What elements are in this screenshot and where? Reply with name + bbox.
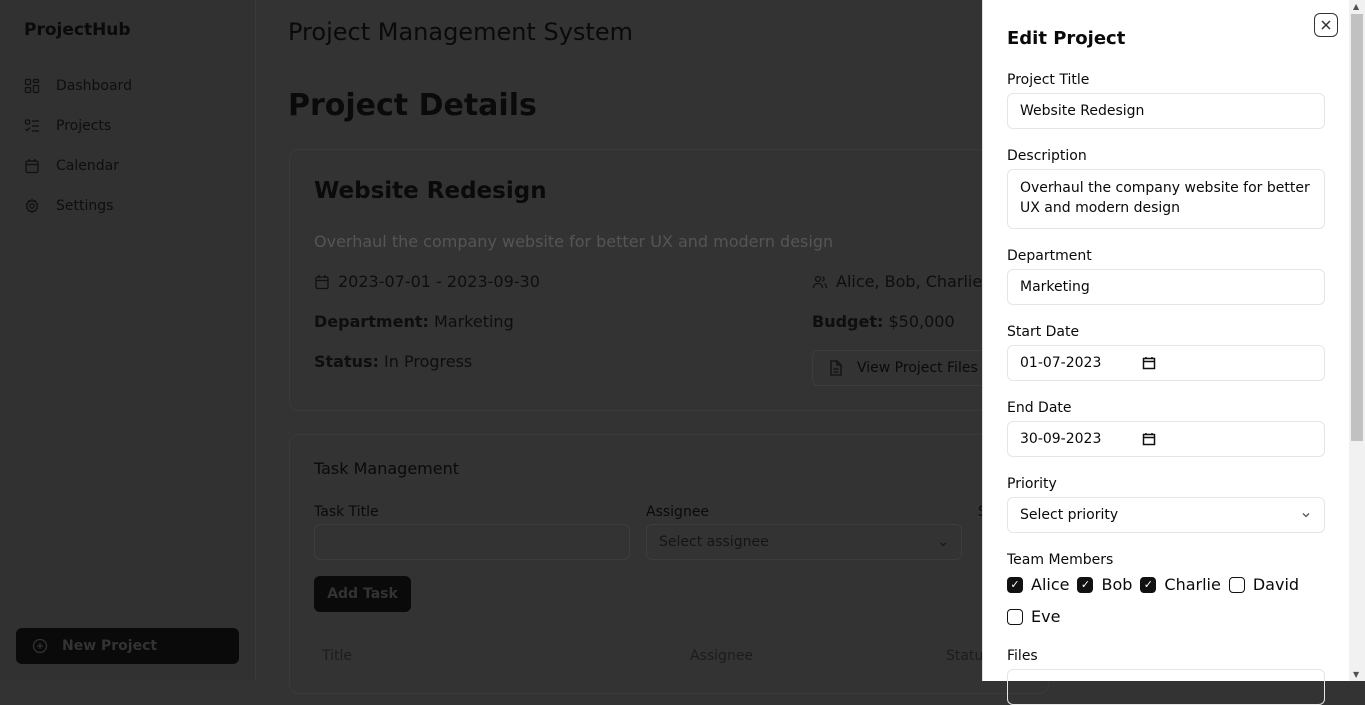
task-title-label: Task Title <box>314 504 379 520</box>
budget-label: Budget: <box>812 312 884 331</box>
close-icon <box>1321 20 1331 30</box>
task-management-heading: Task Management <box>314 459 460 478</box>
status-value: In Progress <box>384 352 473 371</box>
assignee-label: Assignee <box>646 504 710 520</box>
plus-circle-icon <box>32 638 48 654</box>
scrollbar-thumb[interactable] <box>1351 14 1363 441</box>
project-title-label: Project Title <box>1007 72 1090 88</box>
team-text: Alice, Bob, Charlie <box>836 272 983 291</box>
calendar-icon[interactable] <box>1142 432 1156 446</box>
sidebar-item-label: Projects <box>56 118 112 134</box>
project-team: Alice, Bob, Charlie <box>812 272 982 291</box>
description-value: Overhaul the company website for better … <box>1020 180 1310 216</box>
scroll-down-arrow-icon[interactable]: ▼ <box>1353 670 1359 679</box>
start-date-value: 01-07-2023 <box>1020 355 1102 371</box>
chevron-down-icon <box>1302 513 1310 518</box>
column-header-assignee: Assignee <box>690 648 754 664</box>
view-files-label: View Project Files <box>857 360 978 376</box>
project-card: Website Redesign Overhaul the company we… <box>289 149 1072 411</box>
department-label: Department <box>1007 248 1092 264</box>
project-title-value: Website Redesign <box>1020 103 1145 119</box>
close-button[interactable] <box>1314 13 1338 37</box>
team-members-row: Eve <box>1007 607 1068 626</box>
end-date-label: End Date <box>1007 400 1072 416</box>
description-label: Description <box>1007 148 1087 164</box>
checkbox-charlie[interactable]: ✓ <box>1140 576 1157 593</box>
department-value: Marketing <box>1020 279 1090 295</box>
member-label: David <box>1252 575 1300 594</box>
list-check-icon <box>24 119 39 132</box>
assignee-placeholder: Select assignee <box>659 534 769 550</box>
calendar-icon <box>315 274 329 289</box>
project-dates: 2023-07-01 - 2023-09-30 <box>314 272 540 291</box>
app-title: Project Management System <box>288 18 633 46</box>
sidebar-item-calendar[interactable]: Calendar <box>24 146 132 186</box>
panel-title: Edit Project <box>1007 28 1126 49</box>
member-label: Alice <box>1031 575 1070 594</box>
edit-project-panel: Edit Project Project Title Website Redes… <box>982 0 1349 705</box>
files-label: Files <box>1007 648 1038 664</box>
sidebar-item-settings[interactable]: Settings <box>24 186 132 226</box>
checkbox-eve[interactable] <box>1007 608 1023 625</box>
new-project-button[interactable]: New Project <box>16 628 239 664</box>
team-members-label: Team Members <box>1007 552 1114 568</box>
task-management-card: Task Management Task Title Assignee Sele… <box>289 434 1049 694</box>
description-textarea[interactable]: Overhaul the company website for better … <box>1007 169 1325 229</box>
sidebar-item-label: Settings <box>56 198 114 214</box>
chevron-down-icon: ⌄ <box>937 534 949 550</box>
project-budget: Budget: $50,000 <box>812 312 955 331</box>
member-label: Charlie <box>1164 575 1221 594</box>
status-label: Status: <box>314 352 379 371</box>
sidebar: ProjectHub Dashboard Projects Calendar S… <box>0 0 256 681</box>
member-label: Eve <box>1031 607 1061 626</box>
member-label: Bob <box>1101 575 1133 594</box>
calendar-icon <box>25 159 39 174</box>
end-date-input[interactable]: 30-09-2023 <box>1007 421 1325 457</box>
budget-value: $50,000 <box>888 312 955 331</box>
end-date-value: 30-09-2023 <box>1020 431 1102 447</box>
add-task-button[interactable]: Add Task <box>314 576 411 612</box>
users-icon <box>812 275 828 288</box>
brand-logo: ProjectHub <box>24 20 131 40</box>
sidebar-item-projects[interactable]: Projects <box>24 106 132 146</box>
project-department: Department: Marketing <box>314 312 514 331</box>
task-title-input[interactable] <box>314 524 630 560</box>
column-header-title: Title <box>322 648 353 664</box>
department-value: Marketing <box>433 312 514 331</box>
assignee-select[interactable]: Select assignee ⌄ <box>646 524 962 560</box>
checkbox-bob[interactable]: ✓ <box>1077 576 1094 593</box>
department-input[interactable]: Marketing <box>1007 269 1325 305</box>
files-input[interactable] <box>1007 669 1325 705</box>
sidebar-nav: Dashboard Projects Calendar Settings <box>24 66 132 226</box>
gear-icon <box>25 198 39 214</box>
team-members-row: ✓ Alice ✓ Bob ✓ Charlie David <box>1007 575 1307 594</box>
priority-label: Priority <box>1007 476 1057 492</box>
calendar-icon[interactable] <box>1142 356 1156 370</box>
page-title: Project Details <box>288 88 537 123</box>
project-title: Website Redesign <box>314 178 547 204</box>
scroll-up-arrow-icon[interactable]: ▲ <box>1353 2 1359 11</box>
sidebar-item-dashboard[interactable]: Dashboard <box>24 66 132 106</box>
dashboard-icon <box>24 78 40 94</box>
scrollbar[interactable]: ▲ ▼ <box>1349 0 1365 681</box>
start-date-label: Start Date <box>1007 324 1080 340</box>
priority-placeholder: Select priority <box>1020 507 1119 523</box>
department-label: Department: <box>314 312 429 331</box>
project-title-input[interactable]: Website Redesign <box>1007 93 1325 129</box>
new-project-label: New Project <box>62 638 158 654</box>
start-date-input[interactable]: 01-07-2023 <box>1007 345 1325 381</box>
dates-text: 2023-07-01 - 2023-09-30 <box>338 272 540 291</box>
sidebar-item-label: Dashboard <box>56 78 132 94</box>
checkbox-david[interactable] <box>1228 576 1245 593</box>
file-icon <box>830 360 842 376</box>
project-description: Overhaul the company website for better … <box>314 232 834 251</box>
sidebar-item-label: Calendar <box>56 158 119 174</box>
checkbox-alice[interactable]: ✓ <box>1007 576 1023 593</box>
project-status: Status: In Progress <box>314 352 472 371</box>
priority-select[interactable]: Select priority <box>1007 497 1325 533</box>
column-header-status: Statu <box>946 648 984 664</box>
